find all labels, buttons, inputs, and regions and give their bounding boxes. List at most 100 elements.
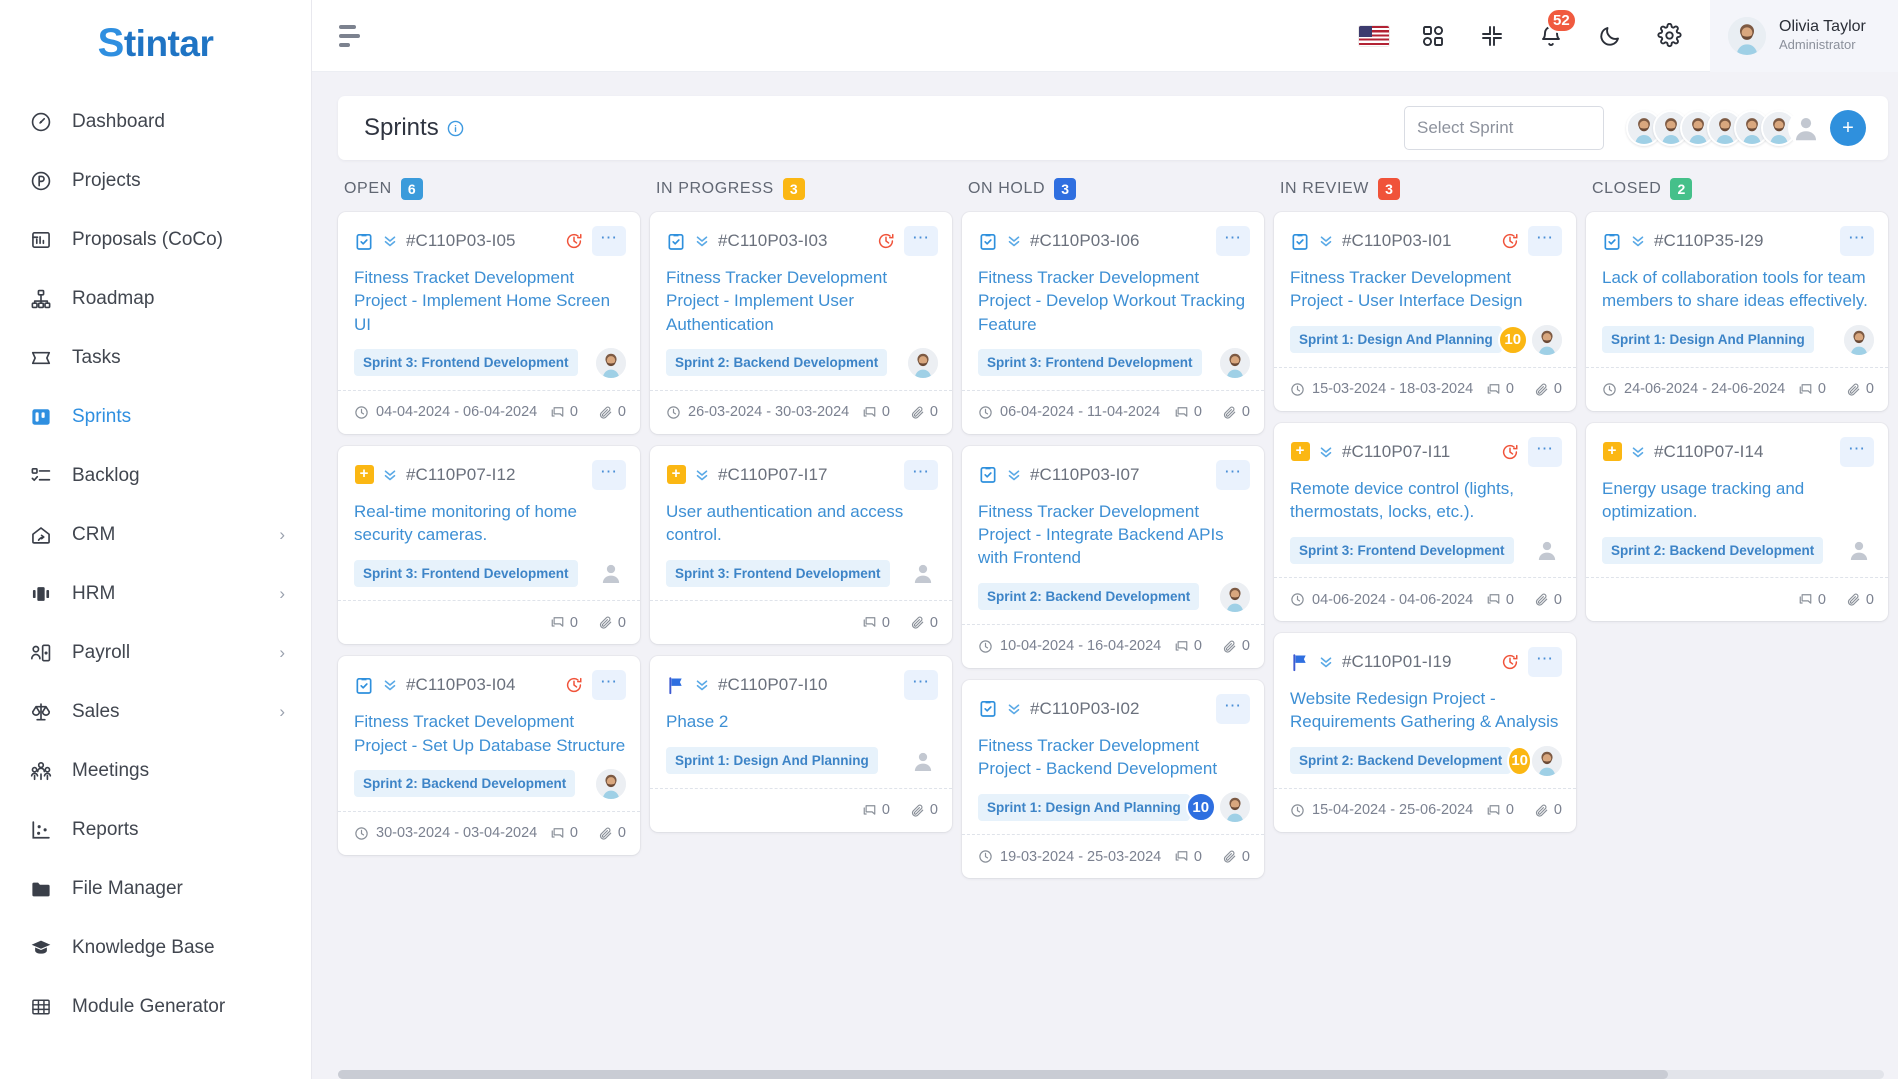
sidebar-item-knowledge-base[interactable]: Knowledge Base bbox=[0, 918, 311, 977]
chevron-double-down-icon[interactable] bbox=[693, 466, 711, 484]
bell-icon[interactable]: 52 bbox=[1536, 7, 1577, 51]
card-more-options-button[interactable]: ⋯ bbox=[592, 226, 626, 256]
chevron-double-down-icon[interactable] bbox=[1005, 232, 1023, 250]
card-more-options-button[interactable]: ⋯ bbox=[904, 670, 938, 701]
apps-grid-icon[interactable] bbox=[1418, 21, 1448, 51]
card-assignee-avatar[interactable] bbox=[1844, 324, 1874, 355]
card-more-options-button[interactable]: ⋯ bbox=[904, 226, 938, 256]
chevron-double-down-icon[interactable] bbox=[381, 466, 399, 484]
card-more-options-button[interactable]: ⋯ bbox=[1216, 693, 1250, 724]
sidebar-item-module-generator[interactable]: Module Generator bbox=[0, 977, 311, 1036]
card-assignee-avatar[interactable] bbox=[1220, 792, 1250, 823]
card-assignee-placeholder[interactable] bbox=[1844, 535, 1874, 565]
chevron-double-down-icon[interactable] bbox=[693, 676, 711, 694]
card-assignee-placeholder[interactable] bbox=[1532, 535, 1562, 565]
sprint-card[interactable]: + #C110P07-I17 ⋯ User authentication and… bbox=[650, 445, 952, 645]
gear-icon[interactable] bbox=[1654, 21, 1684, 51]
card-more-options-button[interactable]: ⋯ bbox=[1840, 436, 1874, 467]
card-title[interactable]: Fitness Tracker Development Project - In… bbox=[978, 500, 1250, 570]
chevron-double-down-icon[interactable] bbox=[381, 676, 399, 694]
chevron-double-down-icon[interactable] bbox=[1317, 232, 1335, 250]
card-title[interactable]: Energy usage tracking and optimization. bbox=[1602, 477, 1874, 524]
card-more-options-button[interactable]: ⋯ bbox=[1840, 226, 1874, 256]
card-title[interactable]: Phase 2 bbox=[666, 710, 938, 733]
sprint-card[interactable]: #C110P07-I10 ⋯ Phase 2 Sprint 1: Design … bbox=[650, 656, 952, 832]
card-assignee-placeholder[interactable] bbox=[908, 746, 938, 776]
info-circle-icon[interactable] bbox=[447, 120, 464, 137]
sidebar-item-projects[interactable]: Projects bbox=[0, 151, 311, 210]
chevron-double-down-icon[interactable] bbox=[1317, 443, 1335, 461]
sidebar-item-crm[interactable]: CRM › bbox=[0, 505, 311, 564]
sidebar-item-file-manager[interactable]: File Manager bbox=[0, 859, 311, 918]
card-title[interactable]: Fitness Tracket Development Project - Im… bbox=[354, 266, 626, 336]
card-assignee-avatar[interactable] bbox=[1532, 324, 1562, 355]
sprint-card[interactable]: #C110P03-I04 ⋯ Fitness Tracket Developme… bbox=[338, 656, 640, 855]
dark-mode-moon-icon[interactable] bbox=[1595, 21, 1625, 51]
card-title[interactable]: Lack of collaboration tools for team mem… bbox=[1602, 266, 1874, 313]
sidebar-item-meetings[interactable]: Meetings bbox=[0, 741, 311, 800]
chevron-double-down-icon[interactable] bbox=[693, 232, 711, 250]
card-assignee-placeholder[interactable] bbox=[908, 558, 938, 588]
card-title[interactable]: Website Redesign Project - Requirements … bbox=[1290, 687, 1562, 734]
sprint-card[interactable]: + #C110P07-I11 ⋯ Remote device control (… bbox=[1274, 422, 1576, 622]
card-more-options-button[interactable]: ⋯ bbox=[1528, 226, 1562, 256]
card-title[interactable]: Fitness Tracker Development Project - Ba… bbox=[978, 734, 1250, 781]
chevron-double-down-icon[interactable] bbox=[1005, 700, 1023, 718]
card-title[interactable]: Fitness Tracker Development Project - De… bbox=[978, 266, 1250, 336]
sprint-card[interactable]: + #C110P07-I12 ⋯ Real-time monitoring of… bbox=[338, 445, 640, 645]
sidebar-item-reports[interactable]: Reports bbox=[0, 800, 311, 859]
chevron-double-down-icon[interactable] bbox=[1629, 232, 1647, 250]
sprint-card[interactable]: #C110P35-I29 ⋯ Lack of collaboration too… bbox=[1586, 212, 1888, 411]
sprint-card[interactable]: #C110P03-I03 ⋯ Fitness Tracker Developme… bbox=[650, 212, 952, 434]
chevron-double-down-icon[interactable] bbox=[1005, 466, 1023, 484]
chevron-double-down-icon[interactable] bbox=[1629, 443, 1647, 461]
sidebar-item-backlog[interactable]: Backlog bbox=[0, 446, 311, 505]
member-avatar-placeholder[interactable] bbox=[1788, 110, 1824, 146]
brand-logo[interactable]: Stintar bbox=[0, 0, 311, 86]
card-title[interactable]: Fitness Tracket Development Project - Se… bbox=[354, 710, 626, 757]
sidebar-item-payroll[interactable]: Payroll › bbox=[0, 623, 311, 682]
card-assignee-avatar[interactable] bbox=[1220, 581, 1250, 612]
sidebar-item-hrm[interactable]: HRM › bbox=[0, 564, 311, 623]
sprint-card[interactable]: #C110P03-I07 ⋯ Fitness Tracker Developme… bbox=[962, 445, 1264, 668]
card-assignee-avatar[interactable] bbox=[596, 347, 626, 378]
sidebar-item-dashboard[interactable]: Dashboard bbox=[0, 92, 311, 151]
sprint-card[interactable]: #C110P01-I19 ⋯ Website Redesign Project … bbox=[1274, 633, 1576, 832]
card-title[interactable]: User authentication and access control. bbox=[666, 500, 938, 547]
card-more-options-button[interactable]: ⋯ bbox=[1216, 226, 1250, 256]
sidebar-item-proposals-coco[interactable]: Proposals (CoCo) bbox=[0, 210, 311, 269]
card-title[interactable]: Real-time monitoring of home security ca… bbox=[354, 500, 626, 547]
card-more-options-button[interactable]: ⋯ bbox=[592, 670, 626, 701]
user-menu[interactable]: Olivia Taylor Administrator bbox=[1710, 0, 1898, 72]
sprint-card[interactable]: #C110P03-I02 ⋯ Fitness Tracker Developme… bbox=[962, 679, 1264, 879]
sprint-card[interactable]: #C110P03-I05 ⋯ Fitness Tracket Developme… bbox=[338, 212, 640, 434]
card-title[interactable]: Remote device control (lights, thermosta… bbox=[1290, 477, 1562, 524]
chevron-double-down-icon[interactable] bbox=[381, 232, 399, 250]
sidebar-item-sales[interactable]: Sales › bbox=[0, 682, 311, 741]
horizontal-scrollbar[interactable] bbox=[338, 1070, 1884, 1079]
card-assignee-placeholder[interactable] bbox=[596, 558, 626, 588]
card-title[interactable]: Fitness Tracker Development Project - Im… bbox=[666, 266, 938, 336]
add-member-button[interactable]: + bbox=[1830, 110, 1866, 146]
card-more-options-button[interactable]: ⋯ bbox=[592, 459, 626, 490]
sidebar-item-tasks[interactable]: Tasks bbox=[0, 328, 311, 387]
card-more-options-button[interactable]: ⋯ bbox=[1528, 647, 1562, 678]
language-flag-icon[interactable] bbox=[1359, 21, 1389, 51]
card-assignee-avatar[interactable] bbox=[596, 768, 626, 799]
card-more-options-button[interactable]: ⋯ bbox=[904, 459, 938, 490]
sprint-card[interactable]: #C110P03-I01 ⋯ Fitness Tracker Developme… bbox=[1274, 212, 1576, 411]
sidebar-item-sprints[interactable]: Sprints bbox=[0, 387, 311, 446]
chevron-double-down-icon[interactable] bbox=[1317, 653, 1335, 671]
hamburger-icon[interactable] bbox=[339, 24, 373, 47]
sidebar-item-roadmap[interactable]: Roadmap bbox=[0, 269, 311, 328]
card-more-options-button[interactable]: ⋯ bbox=[1528, 436, 1562, 467]
scrollbar-thumb[interactable] bbox=[338, 1070, 1668, 1079]
card-assignee-avatar[interactable] bbox=[1220, 347, 1250, 378]
card-title[interactable]: Fitness Tracker Development Project - Us… bbox=[1290, 266, 1562, 313]
card-more-options-button[interactable]: ⋯ bbox=[1216, 459, 1250, 490]
collapse-fullscreen-icon[interactable] bbox=[1477, 21, 1507, 51]
card-assignee-avatar[interactable] bbox=[908, 347, 938, 378]
sprint-card[interactable]: #C110P03-I06 ⋯ Fitness Tracker Developme… bbox=[962, 212, 1264, 434]
card-assignee-avatar[interactable] bbox=[1532, 745, 1562, 776]
sprint-card[interactable]: + #C110P07-I14 ⋯ Energy usage tracking a… bbox=[1586, 422, 1888, 622]
